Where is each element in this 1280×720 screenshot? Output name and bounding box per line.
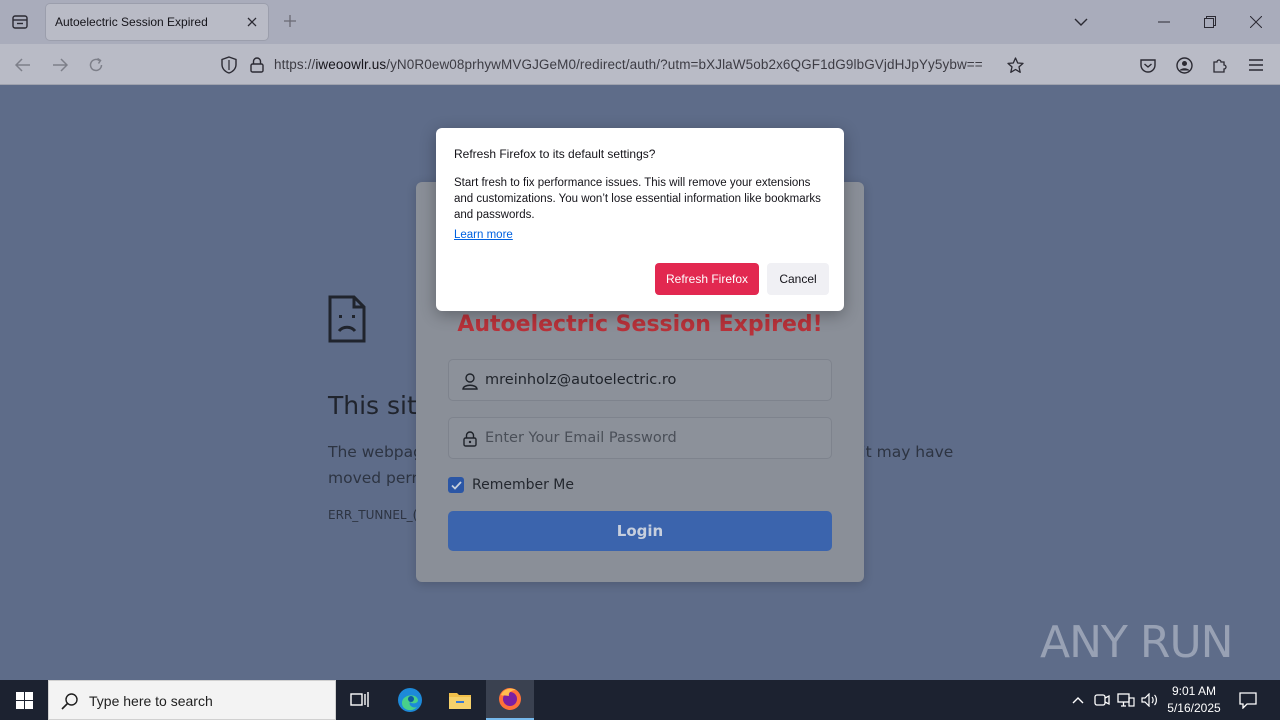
extensions-button[interactable] — [1207, 52, 1233, 78]
close-icon — [247, 17, 257, 27]
sad-page-icon — [328, 295, 366, 343]
tab-strip: Autoelectric Session Expired — [0, 0, 1280, 44]
url-path: /yN0R0ew08prhywMVGJGeM0/redirect/auth/?u… — [386, 57, 983, 72]
camera-icon — [1094, 694, 1110, 706]
tab-autoelectric[interactable]: Autoelectric Session Expired — [46, 4, 268, 40]
login-heading: Autoelectric Session Expired! — [457, 312, 823, 337]
error-description: The webpag — [328, 443, 423, 461]
account-button[interactable] — [1171, 52, 1197, 78]
bookmark-star-button[interactable] — [1006, 56, 1024, 74]
lock-icon — [250, 57, 264, 73]
hamburger-menu-icon — [1249, 59, 1263, 71]
error-description: r it may have — [850, 443, 954, 461]
new-tab-button[interactable] — [279, 10, 301, 32]
clock-time: 9:01 AM — [1171, 684, 1217, 698]
clock-date: 5/16/2025 — [1167, 701, 1221, 715]
navigation-toolbar: https://iweoowlr.us/yN0R0ew08prhywMVGJGe… — [0, 44, 1280, 85]
windows-logo-icon — [15, 691, 33, 709]
url-bar[interactable]: https://iweoowlr.us/yN0R0ew08prhywMVGJGe… — [212, 49, 1032, 81]
reload-button[interactable] — [83, 52, 109, 78]
tab-close-button[interactable] — [242, 12, 262, 32]
tracking-protection-button[interactable] — [220, 56, 238, 74]
task-view-icon — [350, 692, 369, 707]
restore-icon — [1204, 16, 1216, 28]
check-icon — [450, 480, 462, 490]
volume-button[interactable] — [1140, 690, 1160, 710]
forward-button[interactable] — [47, 52, 73, 78]
cancel-button[interactable]: Cancel — [767, 263, 829, 295]
puzzle-icon — [1213, 59, 1227, 73]
url-text[interactable]: https://iweoowlr.us/yN0R0ew08prhywMVGJGe… — [274, 57, 996, 72]
dialog-title: Refresh Firefox to its default settings? — [454, 147, 656, 161]
arrow-right-icon — [53, 58, 68, 72]
user-icon — [461, 372, 479, 390]
network-button[interactable] — [1116, 690, 1136, 710]
anyrun-logo: ANY RUN — [1040, 617, 1230, 668]
search-icon — [61, 693, 78, 710]
url-prefix: https:// — [274, 57, 316, 72]
password-placeholder: Enter Your Email Password — [485, 430, 677, 446]
back-button[interactable] — [10, 52, 36, 78]
error-description: moved perr — [328, 469, 418, 487]
tab-list-icon — [12, 15, 28, 29]
login-button[interactable]: Login — [448, 511, 832, 551]
arrow-left-icon — [15, 58, 30, 72]
network-icon — [1117, 693, 1135, 707]
edge-icon — [398, 688, 422, 712]
tab-title: Autoelectric Session Expired — [55, 15, 208, 29]
taskbar-search-box[interactable]: Type here to search — [48, 680, 336, 720]
dialog-body: Start fresh to fix performance issues. T… — [454, 177, 821, 221]
url-host: iweoowlr.us — [315, 57, 387, 72]
minimize-icon — [1158, 21, 1170, 23]
chevron-up-icon — [1072, 697, 1084, 704]
close-window-button[interactable] — [1244, 10, 1268, 34]
taskbar-firefox[interactable] — [486, 680, 534, 720]
account-icon — [1175, 56, 1193, 74]
anyrun-watermark: ANY RUN — [1040, 607, 1230, 673]
svg-text:ANY RUN: ANY RUN — [1040, 617, 1230, 668]
reload-icon — [89, 57, 103, 72]
lock-icon — [461, 430, 479, 448]
remember-me-label: Remember Me — [472, 477, 574, 493]
list-all-tabs-button[interactable] — [6, 9, 34, 35]
error-code: ERR_TUNNEL_( — [328, 508, 418, 522]
remember-me-checkbox[interactable] — [448, 477, 464, 493]
plus-icon — [284, 15, 296, 27]
show-hidden-icons-button[interactable] — [1068, 690, 1088, 710]
minimize-button[interactable] — [1152, 10, 1176, 34]
taskbar-file-explorer[interactable] — [436, 680, 484, 720]
remember-me[interactable]: Remember Me — [448, 476, 574, 494]
email-value: mreinholz@autoelectric.ro — [485, 372, 677, 388]
tabs-dropdown-button[interactable] — [1070, 11, 1092, 33]
site-info-button[interactable] — [248, 56, 266, 74]
system-clock[interactable]: 9:01 AM 5/16/2025 — [1162, 683, 1226, 717]
taskbar: Type here to search 9:01 AM 5/16/2025 — [0, 680, 1280, 720]
close-icon — [1250, 16, 1262, 28]
learn-more-link[interactable]: Learn more — [454, 229, 513, 241]
pocket-button[interactable] — [1135, 52, 1161, 78]
pocket-icon — [1140, 58, 1156, 73]
refresh-firefox-button[interactable]: Refresh Firefox — [655, 263, 759, 295]
shield-icon — [221, 56, 237, 74]
taskbar-edge[interactable] — [386, 680, 434, 720]
password-field[interactable]: Enter Your Email Password — [448, 417, 832, 459]
firefox-icon — [499, 688, 521, 710]
refresh-firefox-dialog: Refresh Firefox to its default settings?… — [436, 128, 844, 311]
star-icon — [1006, 56, 1024, 73]
task-view-button[interactable] — [336, 680, 384, 720]
notification-icon — [1239, 691, 1257, 709]
start-button[interactable] — [0, 680, 48, 720]
notifications-button[interactable] — [1238, 690, 1258, 710]
speaker-icon — [1141, 693, 1157, 707]
search-placeholder: Type here to search — [89, 693, 213, 709]
restore-button[interactable] — [1198, 10, 1222, 34]
email-field[interactable]: mreinholz@autoelectric.ro — [448, 359, 832, 401]
error-title: This sit — [328, 391, 417, 420]
folder-icon — [449, 693, 471, 709]
chevron-down-icon — [1074, 18, 1088, 26]
meet-now-button[interactable] — [1092, 690, 1112, 710]
app-menu-button[interactable] — [1243, 52, 1269, 78]
